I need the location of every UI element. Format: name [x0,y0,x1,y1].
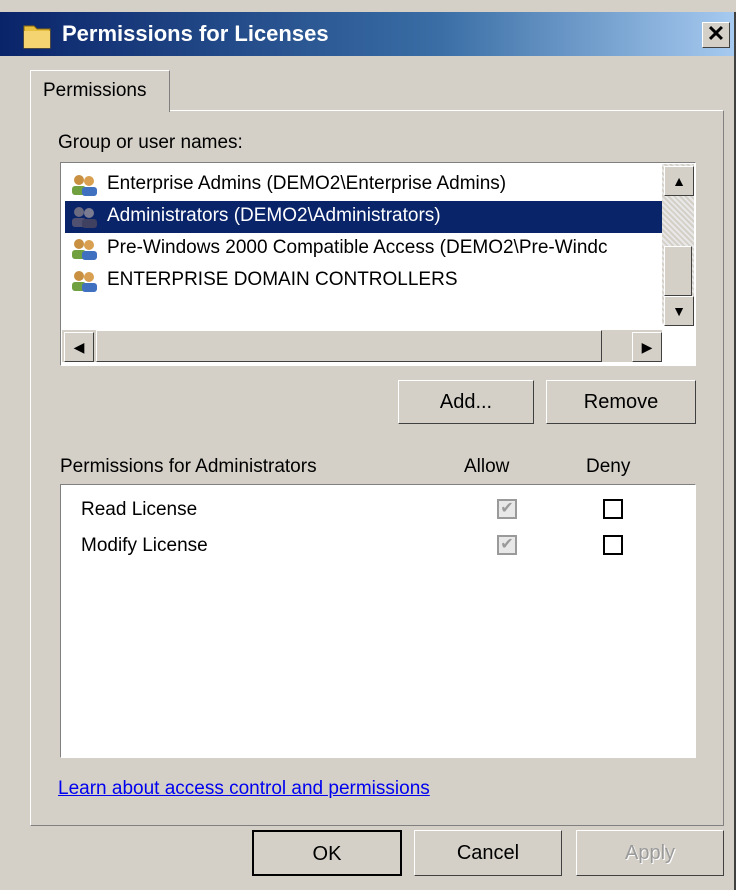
ok-button[interactable]: OK [252,830,402,876]
permission-name: Read License [81,499,198,520]
list-item-label: Administrators (DEMO2\Administrators) [107,205,441,226]
arrow-down-icon: ▼ [672,303,686,319]
checkmark-icon: ✔ [500,536,514,553]
apply-button[interactable]: Apply [576,830,724,876]
users-group-icon [72,207,97,228]
scroll-down-button[interactable]: ▼ [664,296,694,326]
list-item-selected[interactable]: Administrators (DEMO2\Administrators) [65,201,665,233]
learn-access-control-link[interactable]: Learn about access control and permissio… [58,778,430,800]
cancel-button[interactable]: Cancel [414,830,562,876]
window-title: Permissions for Licenses [62,21,329,46]
permission-row: Read License ✔ [61,491,691,527]
top-edge [0,0,736,12]
allow-column-header: Allow [464,456,510,477]
allow-checkbox[interactable]: ✔ [497,535,517,555]
scroll-left-button[interactable]: ◀ [64,332,94,362]
users-group-icon [72,175,97,196]
scroll-right-button[interactable]: ▶ [632,332,662,362]
allow-checkbox[interactable]: ✔ [497,499,517,519]
checkmark-icon: ✔ [500,500,514,517]
close-button[interactable]: ✕ [702,22,730,48]
list-item-label: Enterprise Admins (DEMO2\Enterprise Admi… [107,173,507,194]
close-icon: ✕ [706,21,726,46]
tab-permissions[interactable]: Permissions [30,70,170,112]
deny-checkbox[interactable] [603,535,623,555]
users-group-icon [72,271,97,292]
list-item[interactable]: ENTERPRISE DOMAIN CONTROLLERS [65,265,665,297]
arrow-left-icon: ◀ [73,339,85,355]
title-bar[interactable]: Permissions for Licenses ✕ [0,0,736,56]
deny-column-header: Deny [586,456,631,477]
deny-checkbox[interactable] [603,499,623,519]
list-item-label: ENTERPRISE DOMAIN CONTROLLERS [107,269,458,290]
users-group-icon [72,239,97,260]
list-item-label: Pre-Windows 2000 Compatible Access (DEMO… [107,237,608,258]
group-names-label: Group or user names: [58,132,243,153]
permission-name: Modify License [81,535,208,556]
arrow-up-icon: ▲ [672,173,686,189]
folder-icon [23,25,51,49]
list-item[interactable]: Enterprise Admins (DEMO2\Enterprise Admi… [65,169,665,201]
scroll-up-button[interactable]: ▲ [664,166,694,196]
permissions-header: Permissions for Administrators [60,456,317,477]
arrow-right-icon: ▶ [641,339,653,355]
add-button[interactable]: Add... [398,380,534,424]
tab-label: Permissions [43,80,147,101]
vertical-scroll-thumb[interactable] [664,246,692,296]
permissions-dialog: Permissions for Licenses ✕ Permissions G… [0,0,736,890]
horizontal-scroll-thumb[interactable] [96,330,602,362]
permissions-list: Read License ✔ Modify License ✔ [60,484,696,758]
list-item[interactable]: Pre-Windows 2000 Compatible Access (DEMO… [65,233,665,265]
permission-row: Modify License ✔ [61,527,691,563]
remove-button[interactable]: Remove [546,380,696,424]
